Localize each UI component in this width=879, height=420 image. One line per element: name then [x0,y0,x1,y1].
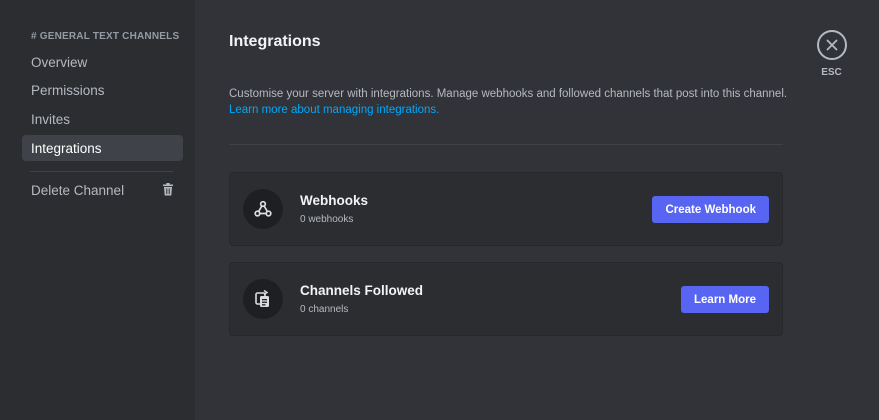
card-subtitle: 0 webhooks [300,214,354,225]
settings-sidebar: # GENERAL TEXT CHANNELS Overview Permiss… [0,0,195,420]
create-webhook-button[interactable]: Create Webhook [652,196,769,223]
sidebar-item-label: Permissions [31,82,105,98]
webhook-icon [243,189,283,229]
sidebar-item-label: Overview [31,54,88,70]
close-icon[interactable] [817,30,847,60]
esc-label: ESC [821,67,842,78]
learn-more-button[interactable]: Learn More [681,286,769,313]
sidebar-divider [30,171,173,172]
integrations-panel: Integrations Customise your server with … [195,0,879,420]
trash-icon [163,183,173,196]
sidebar-item-integrations[interactable]: Integrations [22,135,183,161]
sidebar-item-permissions[interactable]: Permissions [22,77,183,103]
sidebar-item-label: Invites [31,111,71,127]
webhooks-card: Webhooks 0 webhooks Create Webhook [229,172,783,246]
sidebar-item-overview[interactable]: Overview [22,49,183,75]
section-divider [229,144,783,145]
sidebar-item-label: Delete Channel [31,182,125,198]
learn-more-link[interactable]: Learn more about managing integrations. [229,102,789,118]
card-title: Channels Followed [300,283,424,298]
card-title: Webhooks [300,193,369,208]
close-settings[interactable]: ESC [817,30,847,78]
sidebar-item-invites[interactable]: Invites [22,106,183,132]
page-description: Customise your server with integrations.… [229,86,789,118]
sidebar-header: # GENERAL TEXT CHANNELS [31,31,180,42]
channels-followed-icon [243,279,283,319]
sidebar-item-delete-channel[interactable]: Delete Channel [22,177,183,203]
channels-followed-card: Channels Followed 0 channels Learn More [229,262,783,336]
description-text: Customise your server with integrations.… [229,88,788,100]
sidebar-item-label: Integrations [31,140,102,156]
card-subtitle: 0 channels [300,304,349,315]
page-title: Integrations [229,33,321,50]
